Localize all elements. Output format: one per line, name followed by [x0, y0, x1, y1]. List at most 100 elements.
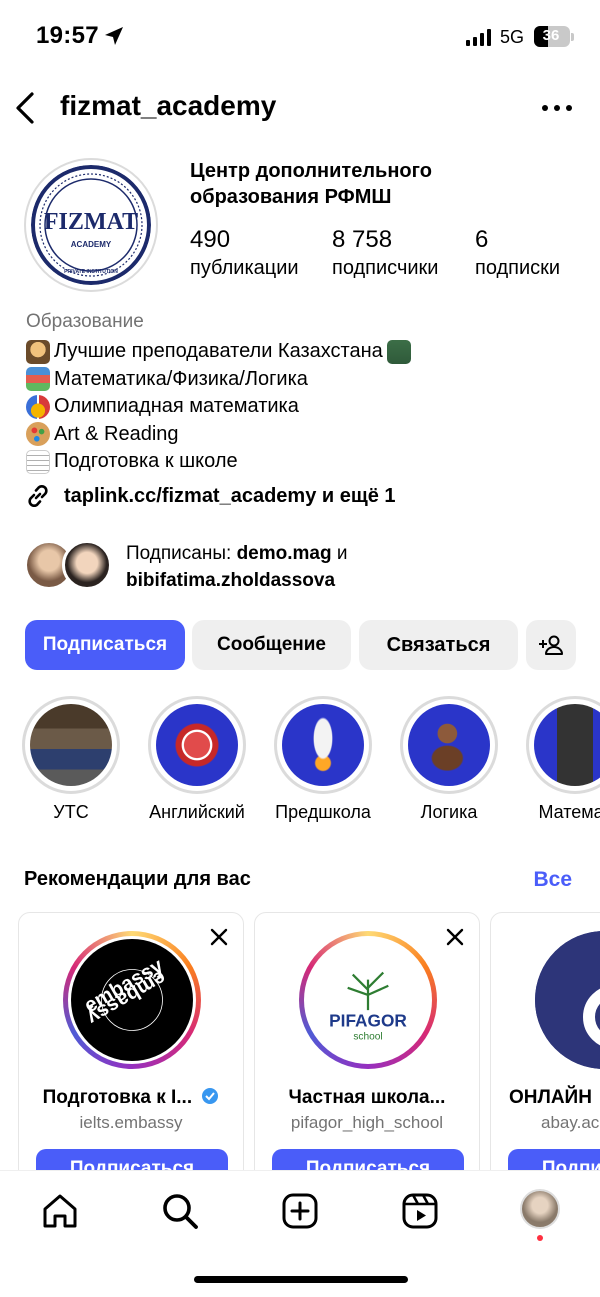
embassy-logo: embassy embassy — [71, 939, 193, 1061]
svg-text:PIFAGOR: PIFAGOR — [329, 1010, 407, 1030]
follower-avatar — [62, 540, 112, 590]
calculator-icon — [534, 704, 600, 786]
suggest-people-button[interactable] — [526, 620, 576, 670]
chess-pawn-icon — [408, 704, 490, 786]
story-highlights: УТС Английский Предшкола Логика Математ — [0, 696, 600, 826]
suggestion-card[interactable]: embassy embassy Подготовка к I... ielts.… — [18, 912, 244, 1172]
home-icon[interactable] — [40, 1191, 80, 1231]
suggestions-carousel: embassy embassy Подготовка к I... ielts.… — [0, 912, 600, 1172]
svg-text:school: school — [353, 1032, 382, 1043]
followed-by[interactable]: Подписаны: demo.mag и bibifatima.zholdas… — [24, 540, 584, 596]
highlight-item[interactable]: УТС — [6, 696, 136, 823]
profile-bio: Лучшие преподаватели Казахстана Математи… — [26, 338, 411, 476]
followed-by-conj: и — [331, 543, 348, 564]
location-arrow-icon — [105, 27, 123, 45]
battery-icon: 36 — [534, 26, 570, 47]
stat-following[interactable]: 6 подписки — [475, 226, 560, 282]
back-arrow-icon[interactable] — [12, 88, 42, 128]
suggestion-handle: pifagor_high_school — [290, 1113, 444, 1132]
profile-username: fizmat_academy — [60, 90, 277, 121]
stat-value: 6 — [475, 226, 489, 253]
highlight-item[interactable]: Логика — [384, 696, 514, 823]
bio-line: Лучшие преподаватели Казахстана — [26, 338, 411, 366]
rocket-icon — [282, 704, 364, 786]
svg-text:PRIVATE INSTITUTION: PRIVATE INSTITUTION — [64, 269, 118, 275]
highlight-item[interactable]: Предшкола — [258, 696, 388, 823]
stat-label: подписки — [475, 257, 561, 279]
more-options-icon[interactable] — [540, 98, 574, 118]
highlight-label: Логика — [420, 802, 478, 822]
network-type: 5G — [500, 27, 525, 47]
books-emoji-icon — [26, 367, 50, 392]
suggestion-handle: abay.ac — [541, 1113, 600, 1132]
suggestions-header: Рекомендации для вас Все — [24, 868, 576, 891]
suggestion-card[interactable]: PIFAGOR school Частная школа... pifagor_… — [254, 912, 480, 1172]
follow-suggestion-button[interactable]: Подписаться — [36, 1149, 228, 1172]
medal-emoji-icon — [26, 394, 50, 419]
teacher-emoji-icon — [26, 339, 50, 364]
bio-text: Олимпиадная математика — [54, 395, 299, 417]
message-button[interactable]: Сообщение — [192, 620, 351, 670]
profile-avatar[interactable]: FIZMAT ACADEMY PRIVATE INSTITUTION — [24, 158, 158, 292]
add-person-icon — [539, 635, 563, 655]
stat-value: 490 — [190, 226, 231, 253]
stat-followers[interactable]: 8 758 подписчики — [332, 226, 438, 282]
followed-by-user[interactable]: demo.mag — [237, 543, 332, 564]
suggestion-handle: ielts.embassy — [79, 1113, 183, 1132]
bio-text: Подготовка к школе — [54, 450, 238, 472]
link-text[interactable]: taplink.cc/fizmat_academy и ещё 1 — [64, 485, 396, 508]
verified-badge-icon — [202, 1088, 219, 1104]
palette-emoji-icon — [26, 422, 50, 447]
profile-category: Образование — [26, 311, 144, 332]
status-time: 19:57 — [36, 22, 99, 49]
follow-button[interactable]: Подписаться — [25, 620, 185, 670]
suggestion-name-text: Подготовка к I... — [42, 1087, 193, 1108]
status-bar: 19:57 5G 36 — [0, 0, 600, 76]
suggestion-avatar: PIFAGOR school — [299, 931, 437, 1069]
svg-text:FIZMAT: FIZMAT — [44, 209, 138, 235]
highlight-label: Предшкола — [275, 802, 371, 822]
battery-nub — [571, 33, 574, 41]
create-post-icon[interactable] — [280, 1191, 320, 1231]
see-all-link[interactable]: Все — [533, 868, 572, 892]
suggestion-card[interactable]: ОНЛАЙН abay.ac Подписаться — [490, 912, 600, 1172]
puzzle-icon — [156, 704, 238, 786]
bio-line: Математика/Физика/Логика — [26, 366, 411, 394]
suggestion-name: Подготовка к I... — [19, 1087, 243, 1109]
followed-by-user[interactable]: bibifatima.zholdassova — [126, 570, 335, 591]
contact-button[interactable]: Связаться — [359, 620, 518, 670]
profile-header: fizmat_academy — [0, 80, 600, 136]
battery-level: 36 — [542, 27, 560, 44]
profile-full-name: Центр дополнительного образования РФМШ — [190, 158, 490, 210]
stat-label: подписчики — [332, 257, 439, 279]
highlight-label: Математ — [538, 802, 600, 822]
suggestions-title: Рекомендации для вас — [24, 868, 251, 890]
close-icon[interactable] — [209, 927, 229, 947]
close-icon[interactable] — [445, 927, 465, 947]
memo-emoji-icon — [26, 449, 50, 474]
search-icon[interactable] — [160, 1191, 200, 1231]
suggestion-avatar — [535, 931, 600, 1069]
highlight-item[interactable]: Математ — [510, 696, 600, 823]
reels-icon[interactable] — [400, 1191, 440, 1231]
highlight-item[interactable]: Английский — [132, 696, 262, 823]
suggestion-name: Частная школа... — [288, 1087, 446, 1108]
bio-line: Олимпиадная математика — [26, 393, 411, 421]
stat-posts[interactable]: 490 публикации — [190, 226, 299, 282]
follow-suggestion-button[interactable]: Подписаться — [272, 1149, 464, 1172]
profile-tab-avatar[interactable] — [520, 1189, 560, 1229]
followed-by-prefix: Подписаны: — [126, 543, 237, 564]
link-icon — [28, 484, 48, 508]
stat-value: 8 758 — [332, 226, 393, 253]
profile-link[interactable]: taplink.cc/fizmat_academy и ещё 1 — [24, 482, 396, 510]
pifagor-logo: PIFAGOR school — [307, 939, 429, 1061]
svg-text:ACADEMY: ACADEMY — [71, 240, 112, 249]
stat-label: публикации — [190, 257, 299, 279]
cellular-signal-icon — [466, 28, 491, 46]
highlight-label: УТС — [53, 802, 89, 822]
group-photo-icon — [30, 704, 112, 786]
followed-by-text: Подписаны: demo.mag и bibifatima.zholdas… — [126, 540, 348, 594]
bio-text: Математика/Физика/Логика — [54, 367, 308, 390]
suggestion-avatar: embassy embassy — [63, 931, 201, 1069]
follow-suggestion-button[interactable]: Подписаться — [508, 1149, 600, 1172]
